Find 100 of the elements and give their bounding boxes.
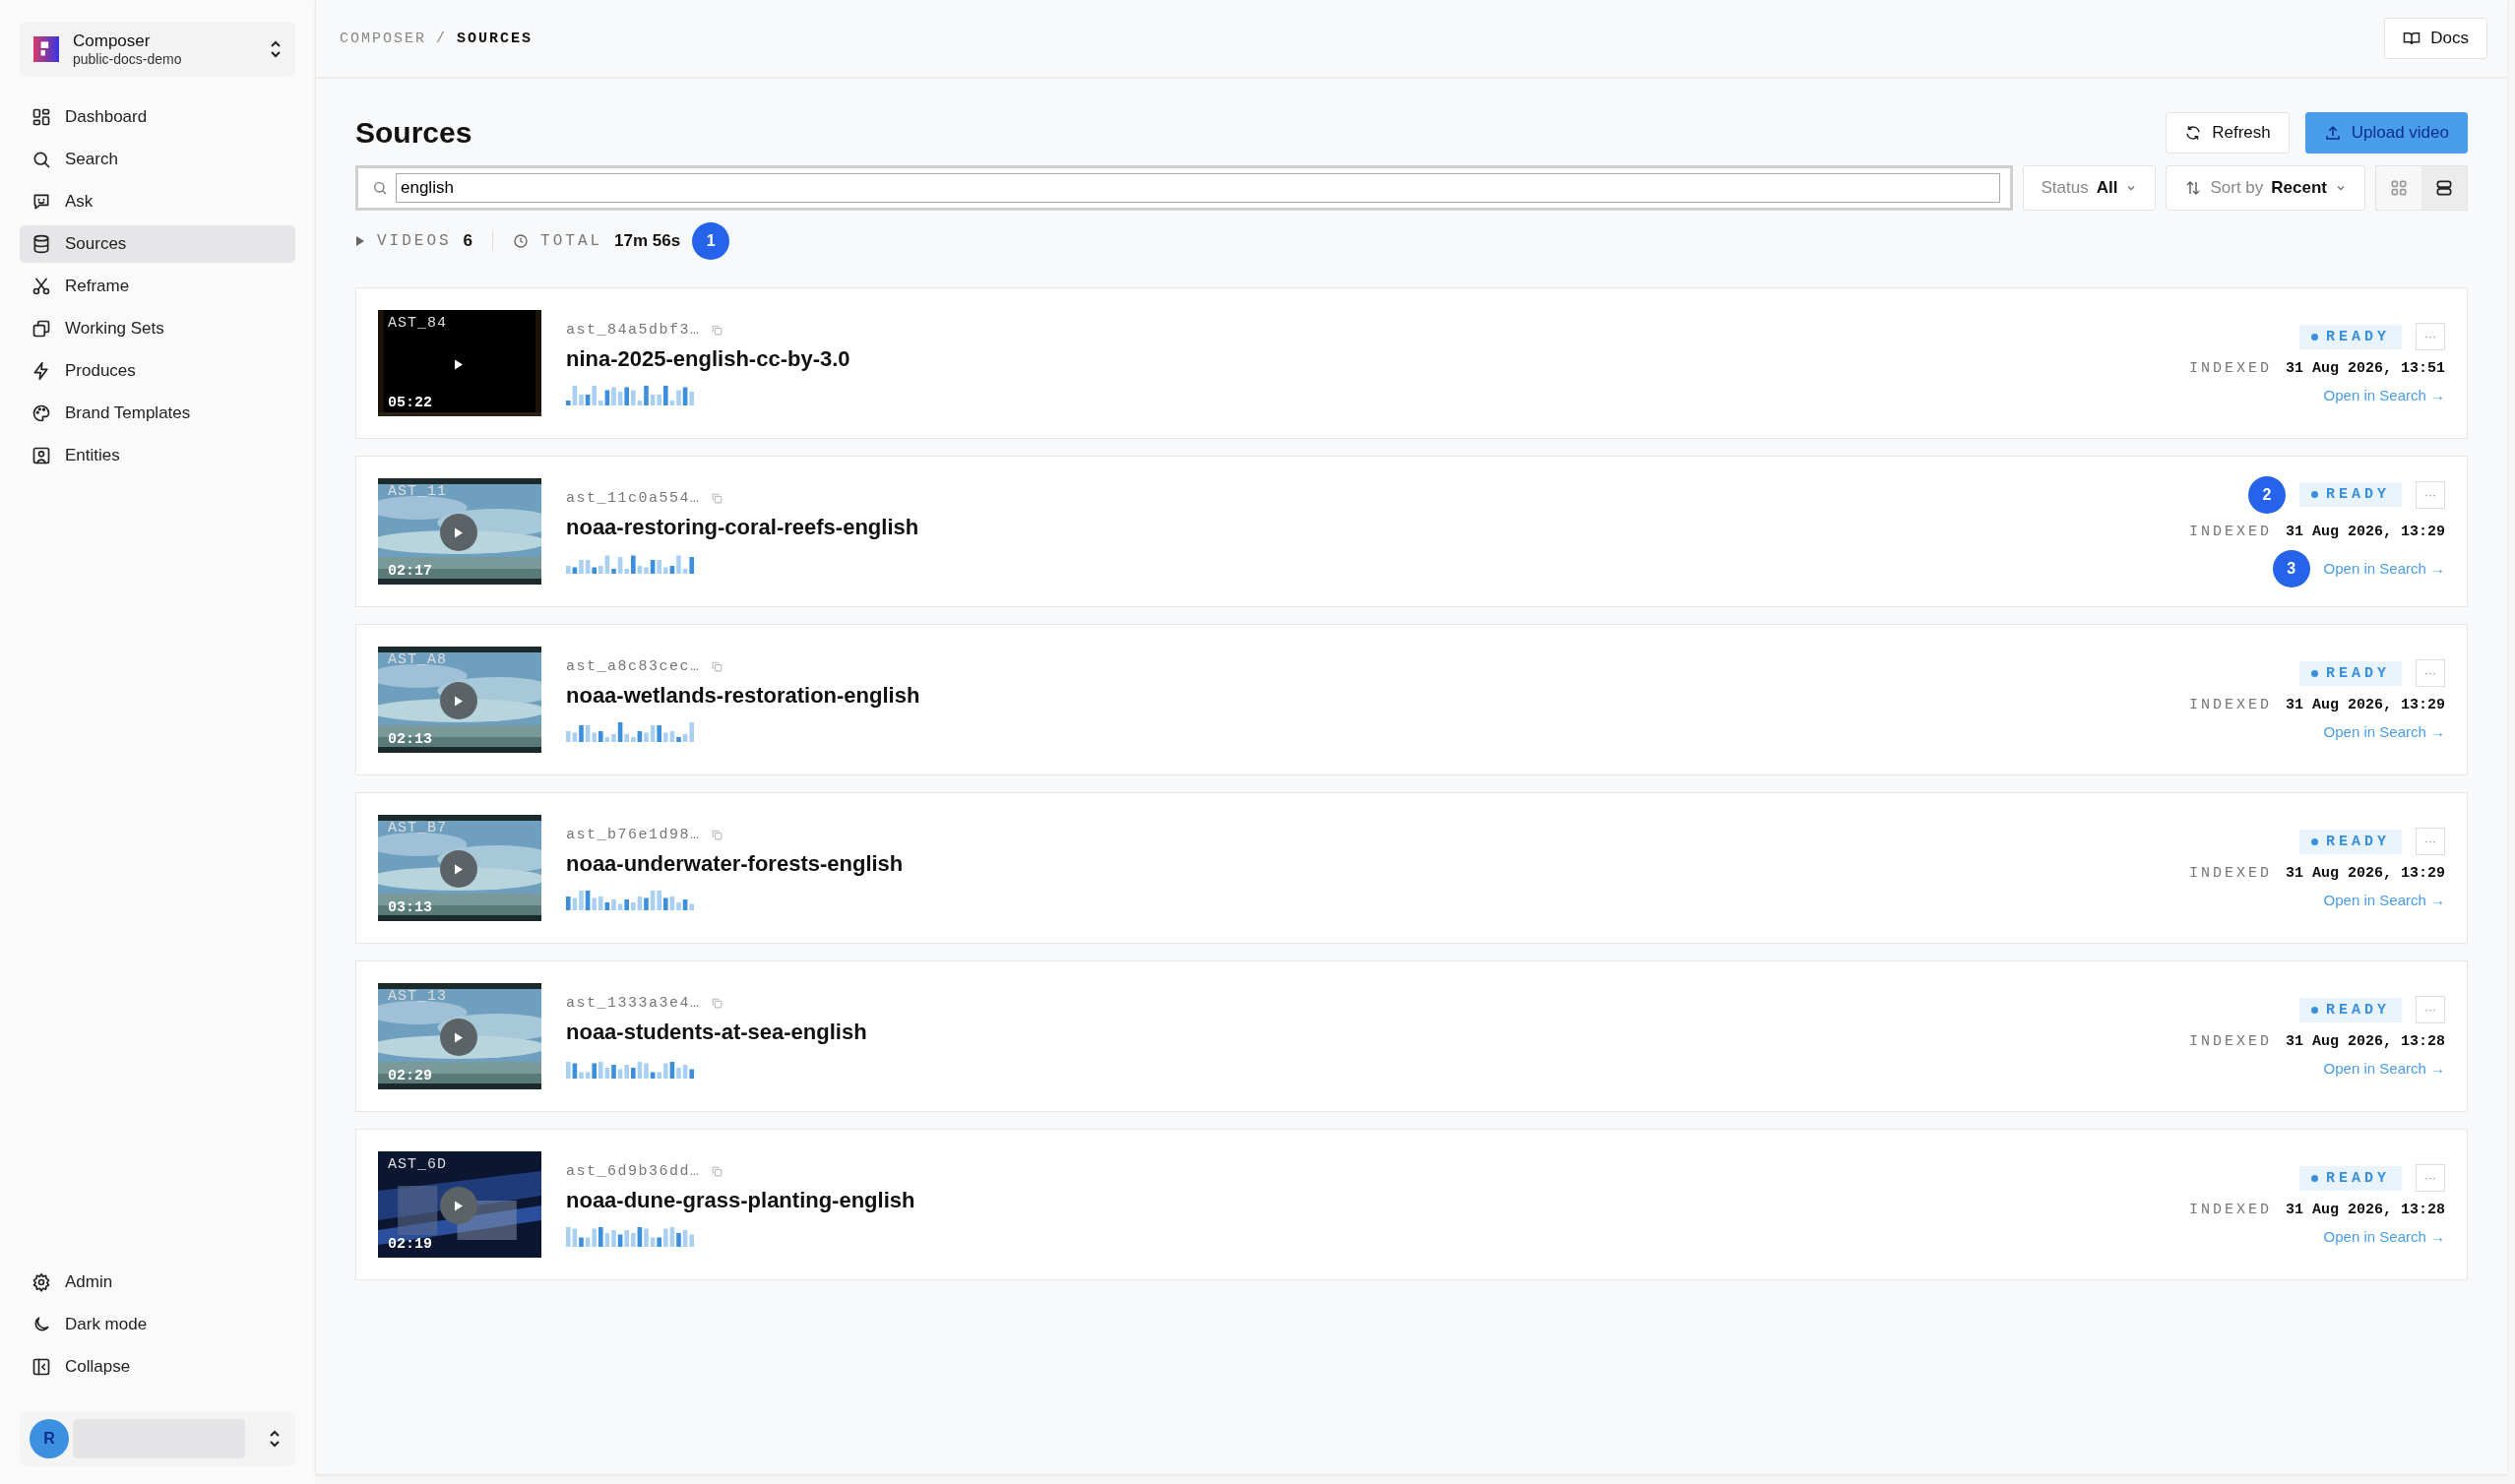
annotation-marker: 2 <box>2248 475 2286 514</box>
more-button[interactable]: ··· <box>2416 323 2445 350</box>
status-badge: READY <box>2299 482 2402 507</box>
indexed-date: 31 Aug 2026, 13:29 <box>2285 523 2445 540</box>
status-badge: READY <box>2299 997 2402 1022</box>
duration-label: 02:13 <box>388 731 432 748</box>
more-button[interactable]: ··· <box>2416 996 2445 1023</box>
refresh-button[interactable]: Refresh <box>2166 112 2290 154</box>
play-icon <box>454 1030 464 1044</box>
source-name: nina-2025-english-cc-by-3.0 <box>566 345 851 372</box>
upload-icon <box>2323 124 2342 142</box>
asset-id: ast_a8c83cec… <box>566 657 701 675</box>
status-badge: READY <box>2299 829 2402 854</box>
search-icon <box>31 150 51 169</box>
source-name: noaa-dune-grass-planting-english <box>566 1187 916 1213</box>
sort-icon <box>2184 179 2203 197</box>
more-button[interactable]: ··· <box>2416 659 2445 687</box>
search-icon <box>372 180 388 196</box>
indexed-date: 31 Aug 2026, 13:51 <box>2285 360 2445 377</box>
duration-label: 05:22 <box>388 395 432 411</box>
asset-id: ast_6d9b36dd… <box>566 1162 701 1180</box>
nav-item[interactable]: Search <box>20 141 295 178</box>
total-label: TOTAL <box>540 232 603 250</box>
workspace-subtitle: public-docs-demo <box>73 51 183 67</box>
nav-item[interactable]: Entities <box>20 437 295 474</box>
person-icon <box>31 446 51 465</box>
breadcrumb-separator: / <box>436 30 448 47</box>
indexed-label: INDEXED <box>2188 697 2272 713</box>
more-button[interactable]: ··· <box>2416 828 2445 855</box>
indexed-date: 31 Aug 2026, 13:29 <box>2285 697 2445 713</box>
duration-label: 02:19 <box>388 1236 432 1253</box>
annotation-marker: 3 <box>2272 549 2310 587</box>
duration-label: 03:13 <box>388 899 432 916</box>
breadcrumb-current: SOURCES <box>457 30 534 47</box>
status-badge: READY <box>2299 324 2402 349</box>
duration-label: 02:29 <box>388 1068 432 1084</box>
list-icon <box>2434 178 2454 198</box>
bolt-icon <box>31 361 51 381</box>
videos-count: 6 <box>463 231 473 251</box>
page-title: Sources <box>355 116 472 150</box>
play-icon <box>454 1199 464 1212</box>
status-badge: READY <box>2299 1165 2402 1191</box>
palette-icon <box>31 403 51 423</box>
asset-code: AST_A8 <box>388 651 447 668</box>
user-avatar: R <box>30 1419 69 1458</box>
source-name: noaa-wetlands-restoration-english <box>566 682 921 709</box>
sort-dropdown[interactable]: Sort by Recent <box>2166 165 2365 211</box>
source-name: noaa-students-at-sea-english <box>566 1019 868 1045</box>
play-icon[interactable] <box>454 357 464 371</box>
annotation-marker: 1 <box>692 222 730 260</box>
status-dropdown[interactable]: Status All <box>2022 165 2157 211</box>
more-button[interactable]: ··· <box>2416 480 2445 509</box>
asset-id: ast_11c0a554… <box>566 489 701 507</box>
source-name: noaa-restoring-coral-reefs-english <box>566 514 920 540</box>
asset-code: AST_84 <box>388 315 447 332</box>
nav-item[interactable]: Dashboard <box>20 98 295 136</box>
stack-icon <box>31 319 51 339</box>
chevron-up-down-icon <box>269 1429 281 1449</box>
grid-icon <box>2389 178 2409 198</box>
play-icon <box>454 694 464 708</box>
nav-item[interactable]: Reframe <box>20 268 295 305</box>
asset-id: ast_84a5dbf3… <box>566 321 701 339</box>
play-icon <box>355 235 365 247</box>
nav-item[interactable]: Sources <box>20 225 295 263</box>
play-icon <box>454 526 464 539</box>
nav-item[interactable]: Brand Templates <box>20 395 295 432</box>
search-field[interactable]: english <box>355 165 2013 211</box>
workspace-switcher[interactable]: Composer public-docs-demo <box>20 22 295 77</box>
asset-id: ast_1333a3e4… <box>566 994 701 1012</box>
source-name: noaa-underwater-forests-english <box>566 850 905 877</box>
clock-icon <box>513 233 530 249</box>
chevron-up-down-icon <box>270 39 282 59</box>
asset-code: AST_6D <box>388 1156 447 1173</box>
book-icon <box>2403 30 2421 47</box>
status-badge: READY <box>2299 660 2402 686</box>
indexed-label: INDEXED <box>2188 1202 2272 1218</box>
nav-item[interactable]: Working Sets <box>20 310 295 347</box>
total-duration: 17m 56s <box>614 231 681 251</box>
panel-icon <box>31 1357 51 1377</box>
videos-label: VIDEOS <box>377 232 452 250</box>
indexed-label: INDEXED <box>2188 360 2272 377</box>
nav-item[interactable]: Ask <box>20 183 295 220</box>
more-button[interactable]: ··· <box>2416 1164 2445 1192</box>
docs-button[interactable]: Docs <box>2384 18 2487 59</box>
nav-item[interactable]: Dark mode <box>20 1306 295 1343</box>
nav-item[interactable]: Admin <box>20 1264 295 1301</box>
duration-label: 02:17 <box>388 563 432 580</box>
indexed-date: 31 Aug 2026, 13:28 <box>2285 1033 2445 1050</box>
scissors-icon <box>31 277 51 296</box>
nav-item[interactable]: Collapse <box>20 1348 295 1386</box>
dashboard-icon <box>31 107 51 127</box>
play-icon <box>454 862 464 876</box>
list-view-button[interactable] <box>2421 166 2467 210</box>
workspace-name: Composer <box>73 31 152 51</box>
nav-item[interactable]: Produces <box>20 352 295 390</box>
asset-code: AST_11 <box>388 483 447 500</box>
indexed-label: INDEXED <box>2188 523 2272 540</box>
upload-video-button[interactable]: Upload video <box>2304 112 2468 154</box>
database-icon <box>31 234 51 254</box>
gear-icon <box>31 1272 51 1292</box>
